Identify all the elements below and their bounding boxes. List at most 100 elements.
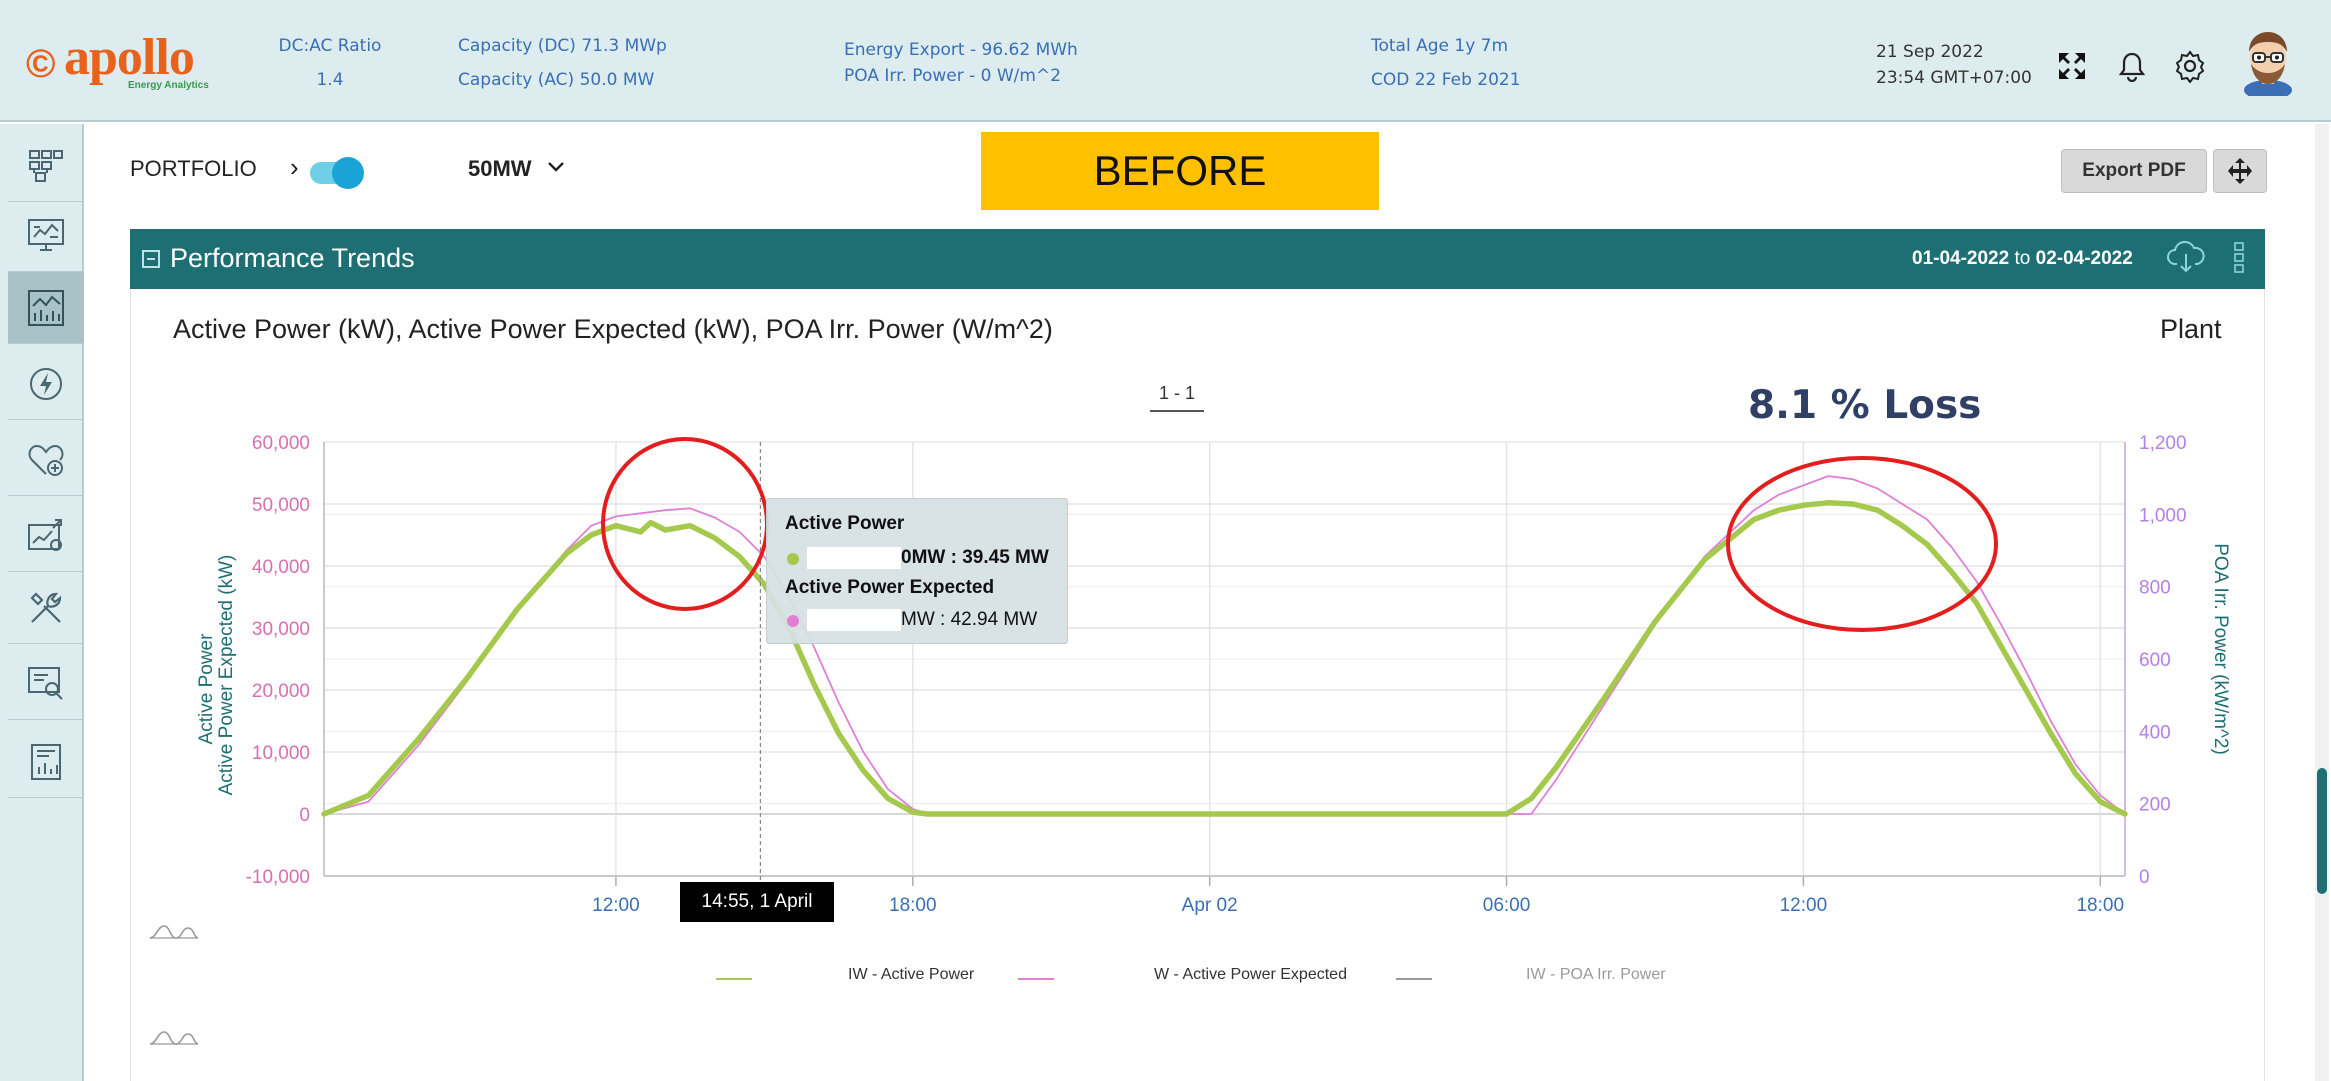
tooltip-expected-dot (787, 615, 799, 627)
x-tick-label: Apr 02 (1182, 895, 1238, 916)
date-to-word: to (2014, 248, 2031, 269)
move-icon[interactable] (2213, 149, 2267, 193)
gear-icon[interactable] (2170, 46, 2210, 86)
lightning-icon (30, 367, 62, 400)
tooltip-title-active: Active Power (785, 513, 905, 534)
date-to: 02-04-2022 (2035, 248, 2133, 269)
series-active-power-expected (323, 475, 2126, 815)
dc-ac-value: 1.4 (316, 70, 344, 90)
y-right-tick-label: 0 (2139, 867, 2150, 888)
tooltip-value-expected: MW : 42.94 MW (901, 609, 1038, 630)
portfolio-toggle[interactable] (332, 157, 364, 189)
y-left-axis-title-1: Active Power (196, 633, 217, 745)
scrollbar-thumb[interactable] (2317, 768, 2327, 894)
redacted-plant-name (368, 154, 468, 186)
total-age: Total Age 1y 7m (1371, 36, 1509, 56)
annotation-circle-2 (1726, 456, 1998, 632)
sidebar-item-monitor[interactable] (8, 200, 84, 272)
date-range[interactable]: 01-04-2022 to 02-04-2022 (1912, 248, 2133, 270)
sidebar-item-inspect[interactable] (8, 648, 84, 720)
sidebar-item-health[interactable] (8, 424, 84, 496)
chart-tooltip: Active Power 0MW : 39.45 MW Active Power… (766, 498, 1068, 644)
grid-icon (29, 149, 63, 182)
capacity-dc: Capacity (DC) 71.3 MWp (458, 36, 667, 56)
y-left-tick-label: 40,000 (252, 557, 310, 578)
y-right-tick-label: 1,200 (2139, 433, 2187, 454)
navigator-icon-2[interactable] (148, 1026, 200, 1050)
fullscreen-icon[interactable] (2052, 46, 2092, 86)
y-right-tick-label: 1,000 (2139, 505, 2187, 526)
app-root: © apollo Energy Analytics DC:AC Ratio 1.… (0, 0, 2331, 1081)
y-left-tick-label: 20,000 (252, 681, 310, 702)
panel-title: Performance Trends (170, 243, 415, 273)
tooltip-redacted-2 (807, 609, 901, 631)
poa-irr-power: POA Irr. Power - 0 W/m^2 (844, 66, 1062, 86)
tooltip-title-expected: Active Power Expected (785, 577, 995, 598)
chevron-down-icon[interactable] (546, 156, 566, 182)
dc-ac-label: DC:AC Ratio (278, 36, 382, 56)
sidebar-item-analytics[interactable] (8, 500, 84, 572)
performance-chart[interactable]: 60,000 50,000 40,000 30,000 20,000 10,000 0 -10… (150, 420, 2250, 920)
plant-select[interactable]: 50MW (468, 156, 532, 182)
collapse-icon[interactable] (142, 250, 160, 268)
y-left-tick-label: 30,000 (252, 619, 310, 640)
bell-icon[interactable] (2112, 46, 2152, 86)
sidebar-item-report[interactable] (8, 726, 84, 798)
tooltip-redacted-1 (807, 547, 901, 569)
user-avatar[interactable] (2236, 28, 2300, 100)
x-tick-label: 12:00 (1780, 895, 1828, 916)
cloud-download-icon[interactable] (2166, 240, 2206, 274)
logo-text: apollo (64, 29, 195, 86)
header-date: 21 Sep 2022 (1876, 42, 1984, 62)
sidebar-item-power[interactable] (8, 348, 84, 420)
cod-date: COD 22 Feb 2021 (1371, 70, 1521, 90)
more-options-icon[interactable] (2232, 240, 2246, 276)
legend-poa-power[interactable]: IW - POA Irr. Power (1526, 966, 1666, 984)
x-tick-label: 12:00 (592, 895, 640, 916)
y-left-tick-label: -10,000 (246, 867, 310, 888)
legend-poa-swatch (1396, 978, 1432, 980)
y-left-tick-label: 0 (299, 805, 310, 826)
sidebar-item-tools[interactable] (8, 572, 84, 644)
x-tick-label: 06:00 (1483, 895, 1531, 916)
logo-swirl-icon: © (26, 42, 56, 86)
report-icon (31, 743, 61, 780)
scrollbar-track[interactable] (2315, 124, 2329, 1081)
legend-active-swatch (716, 978, 752, 980)
portfolio-label: PORTFOLIO (130, 156, 257, 181)
tooltip-active-dot (787, 553, 799, 565)
navigator-icon[interactable] (148, 920, 200, 944)
chevron-right-icon[interactable]: › (290, 152, 299, 183)
capacity-ac: Capacity (AC) 50.0 MW (458, 70, 655, 90)
tooltip-value-active: 0MW : 39.45 MW (901, 547, 1049, 568)
series-active-power (321, 500, 2128, 817)
tools-icon (30, 591, 62, 623)
health-icon (28, 444, 64, 476)
trends-icon (28, 289, 64, 326)
y-right-tick-label: 600 (2139, 650, 2171, 671)
before-banner: BEFORE (981, 132, 1379, 210)
apollo-logo[interactable]: © apollo Energy Analytics (26, 29, 209, 94)
monitor-icon (28, 218, 64, 251)
legend-active-power[interactable]: IW - Active Power (848, 966, 974, 984)
analytics-icon (28, 518, 62, 551)
y-right-tick-label: 800 (2139, 578, 2171, 599)
scope-label: Plant (2160, 314, 2222, 344)
inspect-icon (28, 666, 63, 700)
pager[interactable]: 1 - 1 (1150, 383, 1204, 412)
legend-expected-swatch (1018, 978, 1054, 980)
y-right-tick-label: 200 (2139, 795, 2171, 816)
legend-expected-power[interactable]: W - Active Power Expected (1154, 966, 1347, 984)
hover-time-flag: 14:55, 1 April (680, 882, 834, 922)
chart-heading: Active Power (kW), Active Power Expected… (173, 314, 1053, 344)
x-tick-label: 18:00 (2076, 895, 2124, 916)
export-pdf-button[interactable]: Export PDF (2061, 149, 2207, 193)
sidebar-item-trends[interactable] (8, 272, 84, 344)
date-from: 01-04-2022 (1912, 248, 2010, 269)
y-left-tick-label: 10,000 (252, 743, 310, 764)
sidebar-item-overview[interactable] (8, 130, 84, 202)
y-left-tick-label: 50,000 (252, 495, 310, 516)
header-time: 23:54 GMT+07:00 (1876, 68, 2032, 88)
y-left-tick-label: 60,000 (252, 433, 310, 454)
logo-subtitle: Energy Analytics (128, 80, 209, 91)
